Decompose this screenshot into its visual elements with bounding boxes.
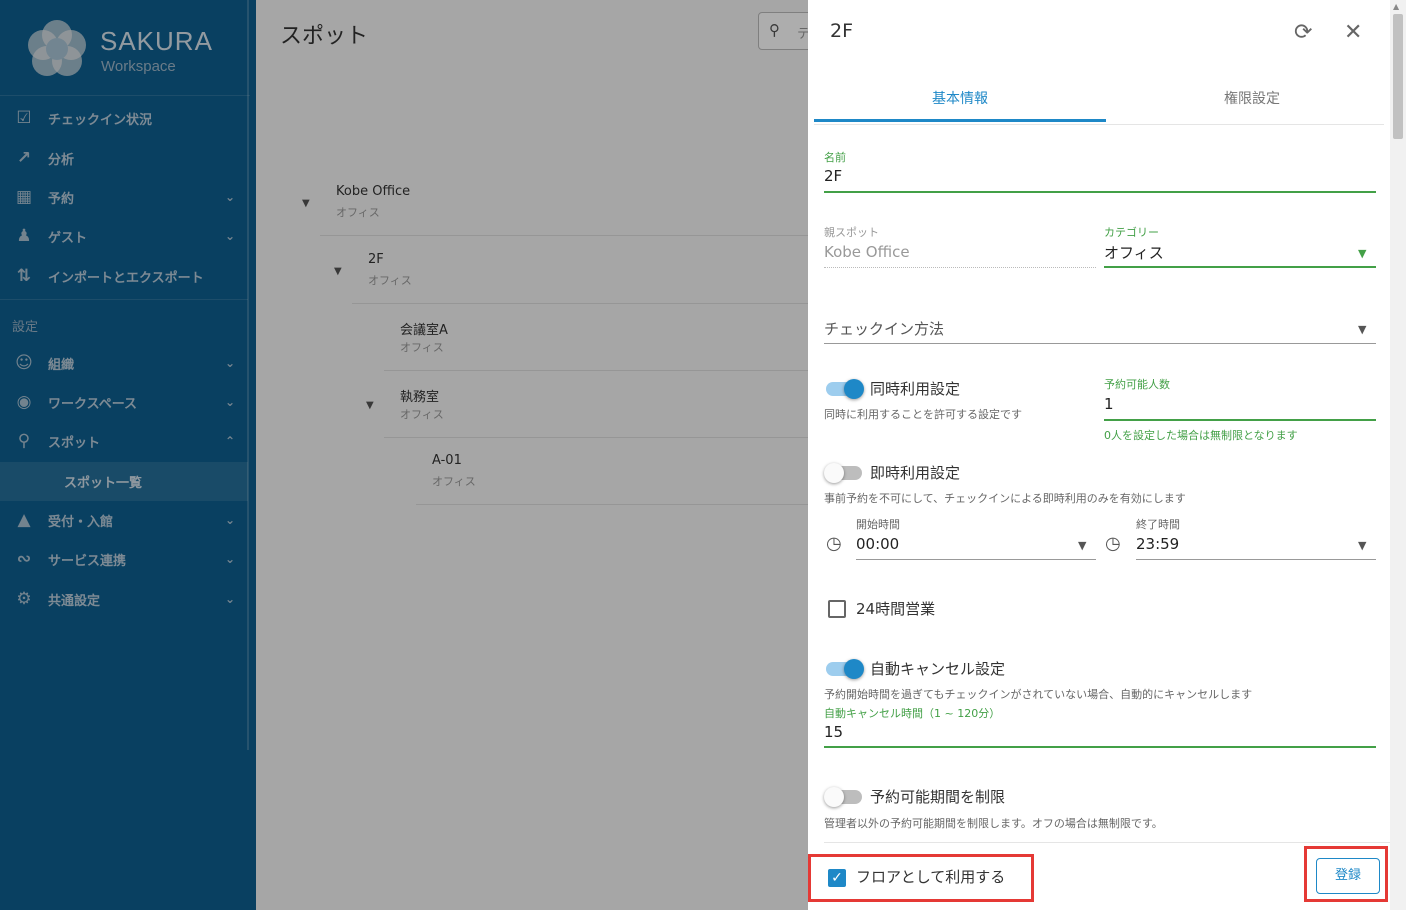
end-time-label: 終了時間 [1136, 518, 1180, 531]
caret-down-icon[interactable]: ▼ [1358, 247, 1366, 260]
caret-down-icon[interactable]: ▼ [1078, 539, 1086, 552]
panel-scrollbar[interactable]: ▲ [1390, 0, 1406, 910]
limit-period-desc: 管理者以外の予約可能期間を制限します。オフの場合は無制限です。 [824, 817, 1163, 830]
floor-checkbox[interactable]: ✓ [828, 869, 846, 887]
end-time-field[interactable]: 23:59 [1136, 535, 1179, 553]
start-time-field[interactable]: 00:00 [856, 535, 899, 553]
autocancel-toggle[interactable] [826, 659, 864, 679]
autocancel-time-field[interactable]: 15 [824, 723, 843, 741]
instant-use-toggle[interactable] [824, 463, 862, 483]
concurrent-label: 同時利用設定 [870, 380, 961, 398]
checkin-method-underline [824, 343, 1376, 344]
parent-spot-label: 親スポット [824, 226, 879, 239]
register-button[interactable]: 登録 [1316, 858, 1380, 894]
checkin-method-select[interactable]: チェックイン方法 [824, 318, 944, 339]
capacity-label: 予約可能人数 [1104, 378, 1170, 391]
parent-spot-field: Kobe Office [824, 243, 910, 261]
start-time-underline [856, 559, 1096, 560]
category-underline [1104, 266, 1376, 268]
capacity-underline [1104, 419, 1376, 421]
tab-basic-info[interactable]: 基本情報 [814, 88, 1106, 122]
autocancel-time-underline [824, 746, 1376, 748]
name-underline [824, 191, 1376, 193]
scroll-up-icon[interactable]: ▲ [1393, 2, 1399, 11]
caret-down-icon[interactable]: ▼ [1358, 539, 1366, 552]
name-label: 名前 [824, 151, 846, 164]
category-select[interactable]: オフィス [1104, 242, 1164, 263]
clock-icon: ◷ [1105, 533, 1121, 554]
parent-spot-underline [824, 267, 1096, 268]
tabs-divider [814, 124, 1384, 125]
autocancel-label: 自動キャンセル設定 [870, 660, 1006, 678]
instant-use-label: 即時利用設定 [870, 464, 961, 482]
concurrent-desc: 同時に利用することを許可する設定です [824, 408, 1022, 421]
close-icon[interactable]: ✕ [1344, 20, 1362, 45]
panel-title: 2F [830, 20, 854, 42]
scrollbar-thumb[interactable] [1393, 14, 1403, 139]
capacity-field[interactable]: 1 [1104, 395, 1114, 413]
footer-divider [824, 842, 1394, 843]
modal-backdrop[interactable] [0, 0, 808, 910]
clock-icon: ◷ [826, 533, 842, 554]
capacity-hint: 0人を設定した場合は無制限となります [1104, 429, 1298, 442]
instant-use-desc: 事前予約を不可にして、チェックインによる即時利用のみを有効にします [824, 492, 1186, 505]
autocancel-time-label: 自動キャンセル時間（1 ~ 120分） [824, 707, 1001, 720]
caret-down-icon[interactable]: ▼ [1358, 323, 1366, 336]
limit-period-label: 予約可能期間を制限 [870, 788, 1006, 806]
refresh-icon[interactable]: ⟳ [1294, 20, 1312, 45]
allday-checkbox[interactable] [828, 600, 846, 618]
spot-edit-panel: 2F ⟳ ✕ 基本情報 権限設定 名前 2F 親スポット Kobe Office… [808, 0, 1424, 910]
tab-permissions[interactable]: 権限設定 [1106, 88, 1398, 122]
concurrent-toggle[interactable] [826, 379, 864, 399]
category-label: カテゴリー [1104, 226, 1159, 239]
limit-period-toggle[interactable] [824, 787, 862, 807]
autocancel-desc: 予約開始時間を過ぎてもチェックインがされていない場合、自動的にキャンセルします [824, 688, 1253, 701]
start-time-label: 開始時間 [856, 518, 900, 531]
allday-label: 24時間営業 [856, 600, 936, 618]
name-field[interactable]: 2F [824, 167, 842, 185]
end-time-underline [1136, 559, 1376, 560]
floor-label: フロアとして利用する [856, 868, 1006, 886]
